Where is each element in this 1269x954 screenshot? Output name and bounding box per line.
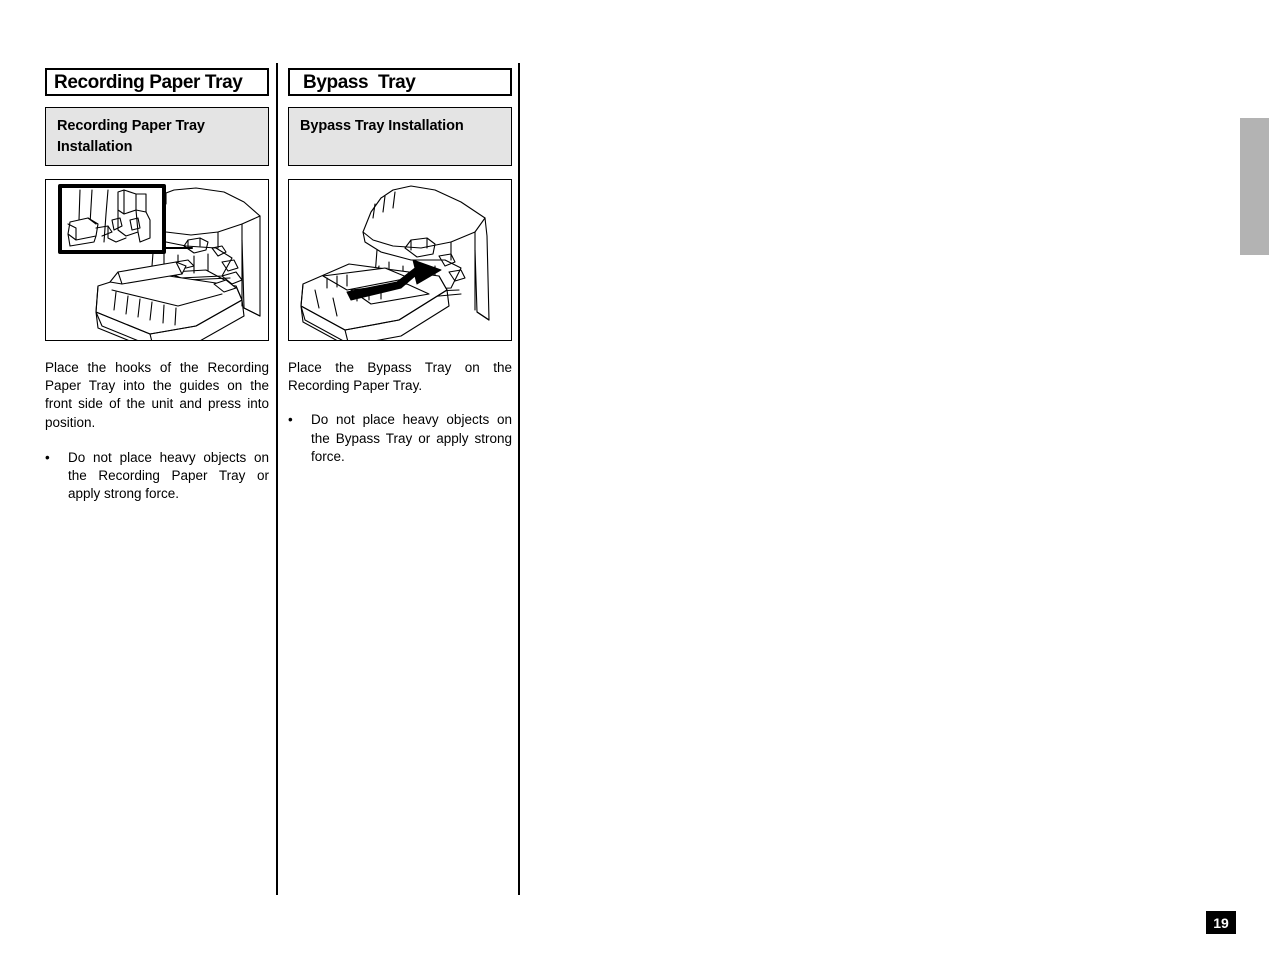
- bypass-tray-installation-illustration: [288, 179, 512, 341]
- column-recording-paper-tray: Recording Paper Tray Recording Paper Tra…: [45, 68, 269, 503]
- column-divider-right: [518, 63, 520, 895]
- subsection-heading: Recording Paper Tray Installation: [57, 118, 205, 155]
- subsection-heading-box: Recording Paper Tray Installation: [45, 107, 269, 166]
- section-title: Bypass Tray: [303, 71, 416, 93]
- caution-bullet-text: Do not place heavy objects on the Bypass…: [311, 412, 512, 464]
- recording-paper-tray-installation-illustration: [45, 179, 269, 341]
- subsection-heading: Bypass Tray Installation: [300, 118, 464, 134]
- section-title-box: Bypass Tray: [288, 68, 512, 96]
- caution-bullet-text: Do not place heavy objects on the Record…: [68, 449, 269, 502]
- recording-paper-tray-figure-drawing: [58, 184, 261, 340]
- manual-page: Recording Paper Tray Recording Paper Tra…: [0, 0, 1269, 954]
- instruction-paragraph: Place the hooks of the Recording Paper T…: [45, 360, 269, 430]
- bullet-marker: •: [45, 449, 50, 465]
- section-title: Recording Paper Tray: [54, 71, 243, 93]
- bypass-tray-figure-drawing: [300, 185, 490, 340]
- subsection-heading-box: Bypass Tray Installation: [288, 107, 512, 166]
- page-number-badge: 19: [1206, 911, 1236, 934]
- section-title-box: Recording Paper Tray: [45, 68, 269, 96]
- instruction-paragraph: Place the Bypass Tray on the Recording P…: [288, 360, 512, 394]
- bullet-marker: •: [288, 412, 293, 428]
- column-divider-left: [276, 63, 278, 895]
- page-number-text: 19: [1213, 914, 1229, 931]
- thumb-index-tab: [1240, 118, 1269, 255]
- caution-bullet: • Do not place heavy objects on the Bypa…: [288, 411, 512, 466]
- column-bypass-tray: Bypass Tray Bypass Tray Installation Pla…: [288, 68, 512, 466]
- caution-bullet: • Do not place heavy objects on the Reco…: [45, 449, 269, 504]
